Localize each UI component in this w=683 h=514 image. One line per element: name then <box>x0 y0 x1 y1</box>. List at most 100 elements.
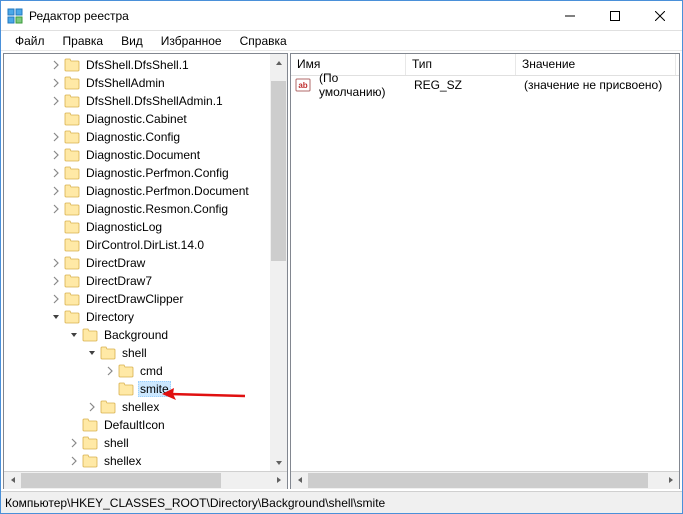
folder-icon <box>64 166 80 180</box>
tree-body[interactable]: DfsShell.DfsShell.1 DfsShellAdmin DfsShell… <box>4 54 287 471</box>
menu-edit[interactable]: Правка <box>55 32 112 50</box>
scroll-up-icon[interactable] <box>270 54 287 71</box>
tree-vscroll-thumb[interactable] <box>271 81 286 261</box>
folder-icon <box>64 274 80 288</box>
scroll-left-icon[interactable] <box>291 472 308 489</box>
maximize-button[interactable] <box>592 1 637 30</box>
expand-icon[interactable] <box>50 293 62 305</box>
scroll-down-icon[interactable] <box>270 454 287 471</box>
folder-icon <box>64 220 80 234</box>
folder-icon <box>64 310 80 324</box>
tree-item[interactable]: shell <box>4 344 287 362</box>
col-type[interactable]: Тип <box>406 54 516 75</box>
menu-help[interactable]: Справка <box>232 32 295 50</box>
tree-item[interactable]: Diagnostic.Document <box>4 146 287 164</box>
menu-file[interactable]: Файл <box>7 32 53 50</box>
collapse-icon[interactable] <box>86 347 98 359</box>
no-expand <box>68 419 80 431</box>
tree-item[interactable]: DirectDrawClipper <box>4 290 287 308</box>
list-row[interactable]: ab(По умолчанию)REG_SZ(значение не присв… <box>291 76 679 94</box>
cell-value: (значение не присвоено) <box>518 78 678 92</box>
expand-icon[interactable] <box>50 77 62 89</box>
regedit-icon <box>7 8 23 24</box>
statusbar: Компьютер\HKEY_CLASSES_ROOT\Directory\Ba… <box>1 491 682 513</box>
tree-item[interactable]: shellex <box>4 452 287 470</box>
folder-icon <box>64 112 80 126</box>
tree-item[interactable]: DiagnosticLog <box>4 218 287 236</box>
scroll-left-icon[interactable] <box>4 472 21 489</box>
folder-icon <box>100 346 116 360</box>
tree-item[interactable]: DefaultIcon <box>4 416 287 434</box>
tree-item-label: Diagnostic.Config <box>84 130 182 144</box>
folder-icon <box>64 184 80 198</box>
folder-icon <box>82 436 98 450</box>
tree-item[interactable]: DfsShell.DfsShellAdmin.1 <box>4 92 287 110</box>
list-body[interactable]: ab(По умолчанию)REG_SZ(значение не присв… <box>291 76 679 471</box>
expand-icon[interactable] <box>50 95 62 107</box>
menu-favorites[interactable]: Избранное <box>153 32 230 50</box>
list-hscroll-thumb[interactable] <box>308 473 648 488</box>
expand-icon[interactable] <box>68 455 80 467</box>
tree-hscroll[interactable] <box>4 471 287 488</box>
tree-item-label: shellex <box>120 400 161 414</box>
list-pane: Имя Тип Значение ab(По умолчанию)REG_SZ(… <box>290 53 680 489</box>
expand-icon[interactable] <box>50 275 62 287</box>
expand-icon[interactable] <box>50 203 62 215</box>
tree-hscroll-thumb[interactable] <box>21 473 221 488</box>
expand-icon[interactable] <box>50 149 62 161</box>
expand-icon[interactable] <box>68 437 80 449</box>
tree-item[interactable]: DirectDraw <box>4 254 287 272</box>
minimize-button[interactable] <box>547 1 592 30</box>
expand-icon[interactable] <box>50 257 62 269</box>
tree-item[interactable]: DirectDraw7 <box>4 272 287 290</box>
expand-icon[interactable] <box>86 401 98 413</box>
collapse-icon[interactable] <box>68 329 80 341</box>
tree-vscroll[interactable] <box>270 54 287 471</box>
menubar: Файл Правка Вид Избранное Справка <box>1 31 682 51</box>
tree-item[interactable]: DfsShellAdmin <box>4 74 287 92</box>
col-value[interactable]: Значение <box>516 54 676 75</box>
expand-icon[interactable] <box>104 365 116 377</box>
tree-item[interactable]: smite <box>4 380 287 398</box>
tree-item[interactable]: DfsShell.DfsShell.1 <box>4 56 287 74</box>
tree-item[interactable]: shell <box>4 434 287 452</box>
no-expand <box>50 221 62 233</box>
tree-item[interactable]: Diagnostic.Config <box>4 128 287 146</box>
collapse-icon[interactable] <box>50 311 62 323</box>
tree-item[interactable]: Diagnostic.Perfmon.Document <box>4 182 287 200</box>
tree-item[interactable]: cmd <box>4 362 287 380</box>
tree-item-label: Diagnostic.Perfmon.Config <box>84 166 231 180</box>
tree-item-label: Diagnostic.Document <box>84 148 202 162</box>
scroll-right-icon[interactable] <box>270 472 287 489</box>
tree-item-label: DfsShell.DfsShell.1 <box>84 58 191 72</box>
tree-item[interactable]: Background <box>4 326 287 344</box>
folder-icon <box>64 256 80 270</box>
close-button[interactable] <box>637 1 682 30</box>
scroll-right-icon[interactable] <box>662 472 679 489</box>
folder-icon <box>82 328 98 342</box>
folder-icon <box>64 58 80 72</box>
tree-item[interactable]: shellex <box>4 398 287 416</box>
expand-icon[interactable] <box>50 167 62 179</box>
tree-item[interactable]: Directory <box>4 308 287 326</box>
tree-item-label: shellex <box>102 454 143 468</box>
menu-view[interactable]: Вид <box>113 32 151 50</box>
expand-icon[interactable] <box>50 59 62 71</box>
folder-icon <box>64 148 80 162</box>
tree-item[interactable]: Diagnostic.Cabinet <box>4 110 287 128</box>
tree-item-label: DirectDrawClipper <box>84 292 185 306</box>
tree-item-label: DirControl.DirList.14.0 <box>84 238 206 252</box>
expand-icon[interactable] <box>50 185 62 197</box>
tree-item-label: DfsShellAdmin <box>84 76 167 90</box>
tree-item[interactable]: Diagnostic.Perfmon.Config <box>4 164 287 182</box>
folder-icon <box>64 202 80 216</box>
tree-item-label: smite <box>138 381 171 397</box>
folder-icon <box>82 418 98 432</box>
tree-item[interactable]: DirControl.DirList.14.0 <box>4 236 287 254</box>
tree-item-label: Diagnostic.Cabinet <box>84 112 189 126</box>
list-hscroll[interactable] <box>291 471 679 488</box>
tree-pane: DfsShell.DfsShell.1 DfsShellAdmin DfsShell… <box>3 53 288 489</box>
tree-item[interactable]: Diagnostic.Resmon.Config <box>4 200 287 218</box>
expand-icon[interactable] <box>50 131 62 143</box>
tree-item-label: shell <box>120 346 149 360</box>
